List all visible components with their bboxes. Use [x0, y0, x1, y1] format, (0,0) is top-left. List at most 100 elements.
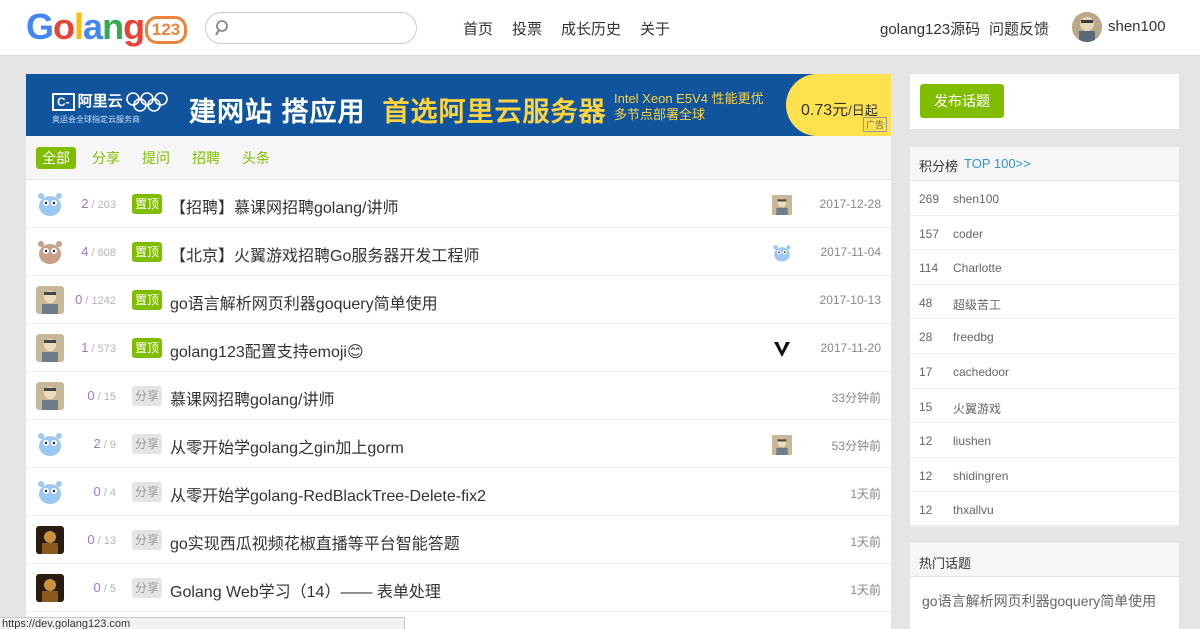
- score-ranking: 积分榜 TOP 100>> 269 shen100 157 coder 114 Charl…: [910, 147, 1179, 527]
- logo-badge: 123: [145, 16, 188, 44]
- ranking-user[interactable]: shen100: [953, 192, 999, 206]
- topic-row[interactable]: 0 / 4 分享 从零开始学golang-RedBlackTree-Delete…: [26, 468, 891, 516]
- last-reply-avatar[interactable]: [772, 243, 792, 263]
- ranking-user[interactable]: cachedoor: [953, 365, 1009, 379]
- post-topic-button[interactable]: 发布话题: [920, 84, 1004, 118]
- ranking-user[interactable]: liushen: [953, 434, 991, 448]
- post-box: 发布话题: [910, 74, 1179, 129]
- ranking-row[interactable]: 17 cachedoor: [910, 354, 1179, 389]
- author-avatar[interactable]: [36, 286, 64, 314]
- topic-title[interactable]: 从零开始学golang-RedBlackTree-Delete-fix2: [170, 482, 486, 506]
- topic-time: 53分钟前: [831, 439, 881, 453]
- topic-row[interactable]: 1 / 573 置顶 golang123配置支持emoji😊 2017-11-2…: [26, 324, 891, 372]
- ranking-score: 15: [919, 399, 933, 414]
- ranking-row[interactable]: 157 coder: [910, 216, 1179, 251]
- tab-headline[interactable]: 头条: [242, 147, 270, 169]
- ranking-score: 114: [919, 261, 939, 276]
- search-box[interactable]: [205, 12, 417, 44]
- topic-panel: C- 阿里云 奥运会全球指定云服务商 建网站 搭应用 首选阿里云服务器 Intel…: [26, 74, 891, 629]
- topic-time: 1天前: [850, 583, 881, 597]
- ranking-user[interactable]: Charlotte: [953, 261, 1002, 275]
- tab-job[interactable]: 招聘: [192, 147, 220, 169]
- topic-time: 33分钟前: [831, 391, 881, 405]
- ranking-row[interactable]: 15 火翼游戏: [910, 389, 1179, 424]
- author-avatar[interactable]: [36, 382, 64, 410]
- hot-topic-item[interactable]: go语言解析网页利器goquery简单使用: [922, 591, 1156, 611]
- topic-title[interactable]: golang123配置支持emoji😊: [170, 338, 364, 362]
- ranking-score: 12: [919, 468, 933, 483]
- ranking-row[interactable]: 114 Charlotte: [910, 250, 1179, 285]
- last-reply-avatar[interactable]: [772, 435, 792, 455]
- topic-row[interactable]: 4 / 608 置顶 【北京】火翼游戏招聘Go服务器开发工程师 2017-11-…: [26, 228, 891, 276]
- topic-tag: 分享: [132, 482, 163, 502]
- ranking-row[interactable]: 12 thxallvu: [910, 492, 1179, 527]
- topic-title[interactable]: 【招聘】慕课网招聘golang/讲师: [170, 194, 399, 218]
- ranking-user[interactable]: shidingren: [953, 469, 1008, 483]
- nav-vote[interactable]: 投票: [512, 18, 542, 39]
- last-reply-avatar[interactable]: [772, 195, 792, 215]
- author-avatar[interactable]: [36, 478, 64, 506]
- ranking-score: 269: [919, 192, 940, 206]
- author-avatar[interactable]: [36, 334, 64, 362]
- topic-title[interactable]: 慕课网招聘golang/讲师: [170, 386, 335, 410]
- topic-tag: 置顶: [132, 194, 163, 214]
- ranking-title: 积分榜: [919, 159, 959, 174]
- feedback-link[interactable]: 问题反馈: [989, 18, 1049, 39]
- site-logo[interactable]: Golang 123: [26, 6, 188, 48]
- ranking-score: 157: [919, 226, 940, 241]
- ad-label: 广告: [862, 117, 887, 132]
- tab-all[interactable]: 全部: [36, 147, 76, 169]
- source-link[interactable]: golang123源码: [880, 18, 980, 39]
- topic-tag: 分享: [132, 386, 163, 406]
- topic-row[interactable]: 0 / 1242 置顶 go语言解析网页利器goquery简单使用 2017-1…: [26, 276, 891, 324]
- ranking-row[interactable]: 48 超级苦工: [910, 285, 1179, 320]
- ranking-more-link[interactable]: TOP 100>>: [964, 156, 1031, 171]
- topic-row[interactable]: 0 / 13 分享 go实现西瓜视频花椒直播等平台智能答题 1天前: [26, 516, 891, 564]
- nav-about[interactable]: 关于: [640, 18, 670, 39]
- nav-history[interactable]: 成长历史: [561, 18, 621, 39]
- ranking-user[interactable]: thxallvu: [953, 503, 994, 517]
- topic-title[interactable]: go语言解析网页利器goquery简单使用: [170, 290, 438, 314]
- author-avatar[interactable]: [36, 574, 64, 602]
- tab-ask[interactable]: 提问: [142, 147, 170, 169]
- author-avatar[interactable]: [36, 190, 64, 218]
- topic-row[interactable]: 2 / 203 置顶 【招聘】慕课网招聘golang/讲师 2017-12-28: [26, 180, 891, 228]
- reply-view-count: 0 / 13: [87, 532, 116, 547]
- search-icon: [215, 20, 228, 36]
- main-nav: 首页 投票 成长历史 关于: [463, 18, 689, 39]
- author-avatar[interactable]: [36, 526, 64, 554]
- topic-title[interactable]: 从零开始学golang之gin加上gorm: [170, 434, 404, 458]
- topic-time: 2017-10-13: [819, 293, 881, 307]
- tab-share[interactable]: 分享: [92, 147, 120, 169]
- ranking-user[interactable]: 火翼游戏: [953, 400, 1001, 417]
- nav-home[interactable]: 首页: [463, 18, 493, 39]
- author-avatar[interactable]: [36, 430, 64, 458]
- topic-title[interactable]: Golang Web学习（14）—— 表单处理: [170, 578, 441, 602]
- ranking-row[interactable]: 28 freedbg: [910, 319, 1179, 354]
- ad-brand: C- 阿里云: [52, 90, 123, 111]
- ranking-row[interactable]: 12 shidingren: [910, 458, 1179, 493]
- topic-row[interactable]: 2 / 9 分享 从零开始学golang之gin加上gorm 53分钟前: [26, 420, 891, 468]
- ranking-user[interactable]: coder: [953, 227, 983, 241]
- topic-row[interactable]: 0 / 5 分享 Golang Web学习（14）—— 表单处理 1天前: [26, 564, 891, 612]
- avatar[interactable]: [1072, 12, 1102, 42]
- topic-title[interactable]: 【北京】火翼游戏招聘Go服务器开发工程师: [170, 242, 479, 266]
- topic-time: 2017-11-04: [820, 245, 882, 259]
- topic-row[interactable]: 0 / 15 分享 慕课网招聘golang/讲师 33分钟前: [26, 372, 891, 420]
- top-header: Golang 123 首页 投票 成长历史 关于 golang123源码 问题反…: [0, 0, 1200, 56]
- ad-banner[interactable]: C- 阿里云 奥运会全球指定云服务商 建网站 搭应用 首选阿里云服务器 Intel…: [26, 74, 891, 136]
- ranking-row[interactable]: 12 liushen: [910, 423, 1179, 458]
- username[interactable]: shen100: [1108, 18, 1166, 35]
- author-avatar[interactable]: [36, 238, 64, 266]
- reply-view-count: 1 / 573: [81, 340, 116, 355]
- ranking-user[interactable]: freedbg: [953, 330, 994, 344]
- ranking-user[interactable]: 超级苦工: [953, 296, 1001, 313]
- topic-title[interactable]: go实现西瓜视频花椒直播等平台智能答题: [170, 530, 460, 554]
- olympic-rings-icon: [126, 92, 168, 112]
- search-input[interactable]: [236, 17, 406, 39]
- topic-time: 1天前: [850, 487, 881, 501]
- last-reply-avatar[interactable]: [772, 339, 792, 359]
- reply-view-count: 0 / 4: [93, 484, 116, 499]
- logo-text: Golang: [26, 6, 145, 47]
- ranking-row[interactable]: 269 shen100: [910, 181, 1179, 216]
